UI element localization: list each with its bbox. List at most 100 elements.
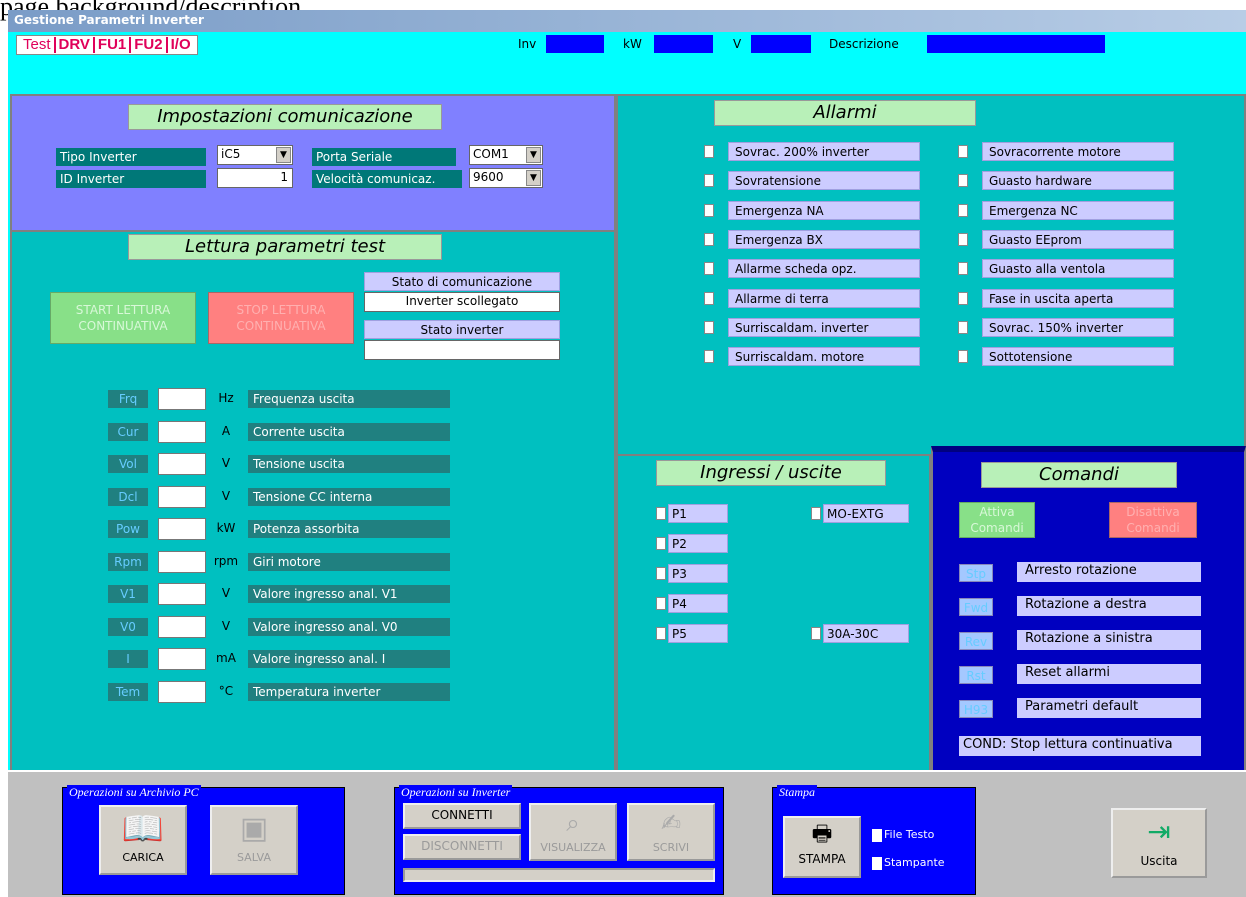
param-desc: Temperatura inverter: [248, 682, 450, 701]
inverter-ops-title: Operazioni su Inverter: [399, 785, 513, 800]
chevron-down-icon: ▼: [526, 147, 541, 163]
uscita-button[interactable]: ⇥ Uscita: [1111, 808, 1207, 878]
attiva-comandi-button[interactable]: Attiva Comandi: [959, 502, 1035, 538]
tab-fu2[interactable]: FU2: [131, 37, 168, 53]
param-code: Pow: [108, 520, 148, 538]
param-value: [158, 388, 206, 410]
disconnetti-button[interactable]: DISCONNETTI: [403, 834, 521, 860]
stop-lettura-button[interactable]: STOP LETTURA CONTINUATIVA: [208, 292, 354, 344]
tab-fu1[interactable]: FU1: [95, 37, 132, 53]
alarm-label: Allarme di terra: [728, 288, 920, 308]
param-unit: mA: [216, 651, 236, 665]
stato-comunicazione-label: Stato di comunicazione: [364, 272, 560, 291]
alarm-checkbox[interactable]: [958, 291, 968, 305]
inverter-group: Operazioni su Inverter CONNETTI DISCONNE…: [394, 785, 724, 895]
tabs-container: Test DRV FU1 FU2 I/O: [16, 35, 198, 55]
write-icon: ✍: [660, 809, 682, 837]
printer-icon: 🖶: [811, 822, 833, 847]
id-inverter-input[interactable]: 1: [217, 168, 293, 188]
param-value: [158, 680, 206, 703]
command-stp-button[interactable]: Stp: [959, 564, 993, 582]
command-rst-button[interactable]: Rst: [959, 666, 993, 684]
param-unit: V: [221, 456, 231, 470]
stampante-checkbox[interactable]: [872, 857, 882, 870]
param-unit: A: [221, 423, 231, 438]
scrivi-label: SCRIVI: [652, 841, 690, 854]
connetti-button[interactable]: CONNETTI: [403, 803, 521, 829]
salva-label: SALVA: [237, 851, 271, 864]
stampa-button[interactable]: 🖶 STAMPA: [783, 816, 861, 878]
progress-bar: [403, 868, 715, 882]
param-desc: Giri motore: [248, 552, 450, 571]
alarm-checkbox[interactable]: [958, 174, 968, 188]
alarm-checkbox[interactable]: [704, 203, 714, 217]
file-testo-checkbox[interactable]: [872, 829, 882, 842]
alarm-checkbox[interactable]: [958, 232, 968, 246]
alarm-checkbox[interactable]: [704, 174, 714, 188]
tipo-inverter-select[interactable]: iC5 ▼: [217, 145, 293, 165]
cond-label: COND: Stop lettura continuativa: [959, 736, 1201, 756]
window-title: Gestione Parametri Inverter: [8, 10, 1246, 32]
input-checkbox[interactable]: [656, 537, 666, 550]
alarm-label: Surriscaldam. inverter: [728, 317, 920, 337]
input-checkbox[interactable]: [656, 597, 666, 610]
command-desc: Rotazione a destra: [1017, 596, 1201, 616]
visualizza-button[interactable]: ⌕ VISUALIZZA: [529, 803, 617, 861]
velocita-select[interactable]: 9600 ▼: [469, 168, 543, 188]
disattiva-comandi-button[interactable]: Disattiva Comandi: [1109, 502, 1197, 538]
alarm-checkbox[interactable]: [704, 291, 714, 305]
kw-box: [654, 35, 713, 53]
command-fwd-button[interactable]: Fwd: [959, 598, 993, 616]
alarm-checkbox[interactable]: [704, 350, 714, 364]
tab-drv[interactable]: DRV: [56, 37, 95, 53]
alarm-checkbox[interactable]: [704, 320, 714, 334]
alarm-label: Guasto EEprom: [982, 229, 1174, 249]
param-unit: °C: [218, 683, 234, 698]
v-box: [751, 35, 811, 53]
uscita-label: Uscita: [1140, 854, 1178, 868]
alarm-label: Surriscaldam. motore: [728, 347, 920, 367]
allarmi-panel: Allarmi Sovrac. 200% inverter Sovratensio…: [616, 94, 1246, 456]
input-checkbox[interactable]: [656, 567, 666, 580]
salva-button[interactable]: ▣ SALVA: [210, 805, 298, 875]
input-checkbox[interactable]: [656, 627, 666, 640]
command-desc: Parametri default: [1017, 698, 1201, 718]
output-checkbox[interactable]: [811, 507, 821, 520]
input-label: P4: [668, 594, 728, 613]
command-h93-button[interactable]: H93: [959, 700, 993, 718]
alarm-checkbox[interactable]: [958, 145, 968, 158]
param-value: [158, 420, 206, 443]
param-desc: Valore ingresso anal. V1: [248, 585, 450, 603]
carica-button[interactable]: 📖 CARICA: [99, 805, 187, 875]
param-value: [158, 550, 206, 573]
output-checkbox[interactable]: [811, 627, 821, 640]
inv-label: Inv: [518, 37, 537, 51]
v-label: V: [733, 37, 742, 51]
porta-seriale-select[interactable]: COM1 ▼: [469, 145, 543, 165]
command-rev-button[interactable]: Rev: [959, 632, 993, 650]
alarm-label: Sovrac. 200% inverter: [728, 142, 920, 161]
input-label: P1: [668, 504, 728, 523]
alarm-checkbox[interactable]: [704, 232, 714, 246]
param-value: [158, 485, 206, 508]
comm-title: Impostazioni comunicazione: [128, 104, 442, 130]
alarm-checkbox[interactable]: [704, 145, 714, 158]
alarm-checkbox[interactable]: [704, 262, 714, 276]
alarm-checkbox[interactable]: [958, 262, 968, 276]
start-lettura-button[interactable]: START LETTURA CONTINUATIVA: [50, 292, 196, 344]
tab-test[interactable]: Test: [20, 37, 56, 53]
scrivi-button[interactable]: ✍ SCRIVI: [627, 803, 715, 861]
param-unit: V: [221, 586, 231, 600]
alarm-checkbox[interactable]: [958, 203, 968, 217]
input-label: P5: [668, 624, 728, 643]
param-desc: Tensione uscita: [248, 455, 450, 473]
alarm-checkbox[interactable]: [958, 320, 968, 334]
input-checkbox[interactable]: [656, 507, 666, 520]
stampa-title: Stampa: [777, 785, 817, 800]
param-code: Frq: [108, 390, 148, 408]
alarm-checkbox[interactable]: [958, 350, 968, 364]
param-value: [158, 453, 206, 475]
alarm-label: Emergenza NA: [728, 200, 920, 220]
comandi-title: Comandi: [981, 462, 1177, 488]
tab-io[interactable]: I/O: [168, 37, 194, 53]
